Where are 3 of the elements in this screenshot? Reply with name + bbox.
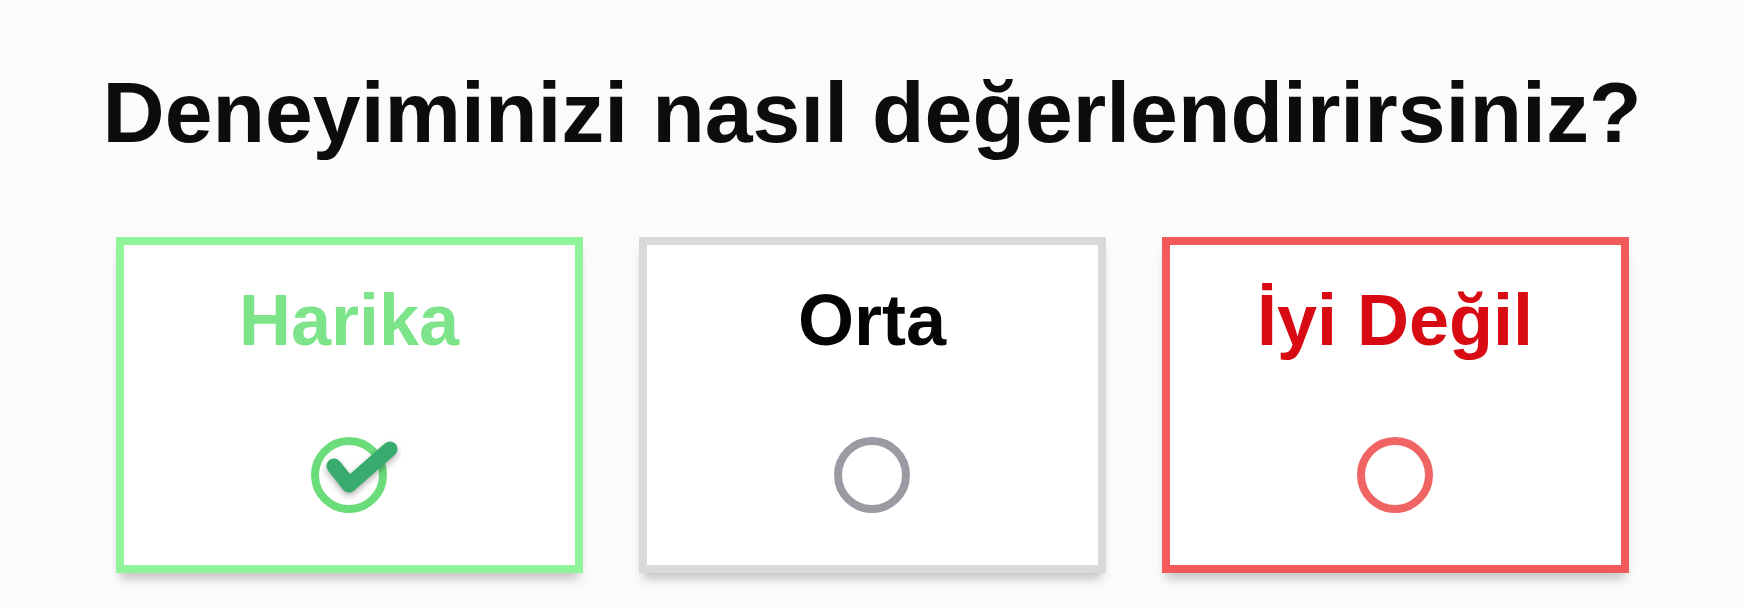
rating-option[interactable]: İyi Değil	[1161, 237, 1629, 573]
rating-option[interactable]: Orta	[638, 237, 1106, 573]
question-heading: Deneyiminizi nasıl değerlendirirsiniz?	[102, 63, 1642, 162]
